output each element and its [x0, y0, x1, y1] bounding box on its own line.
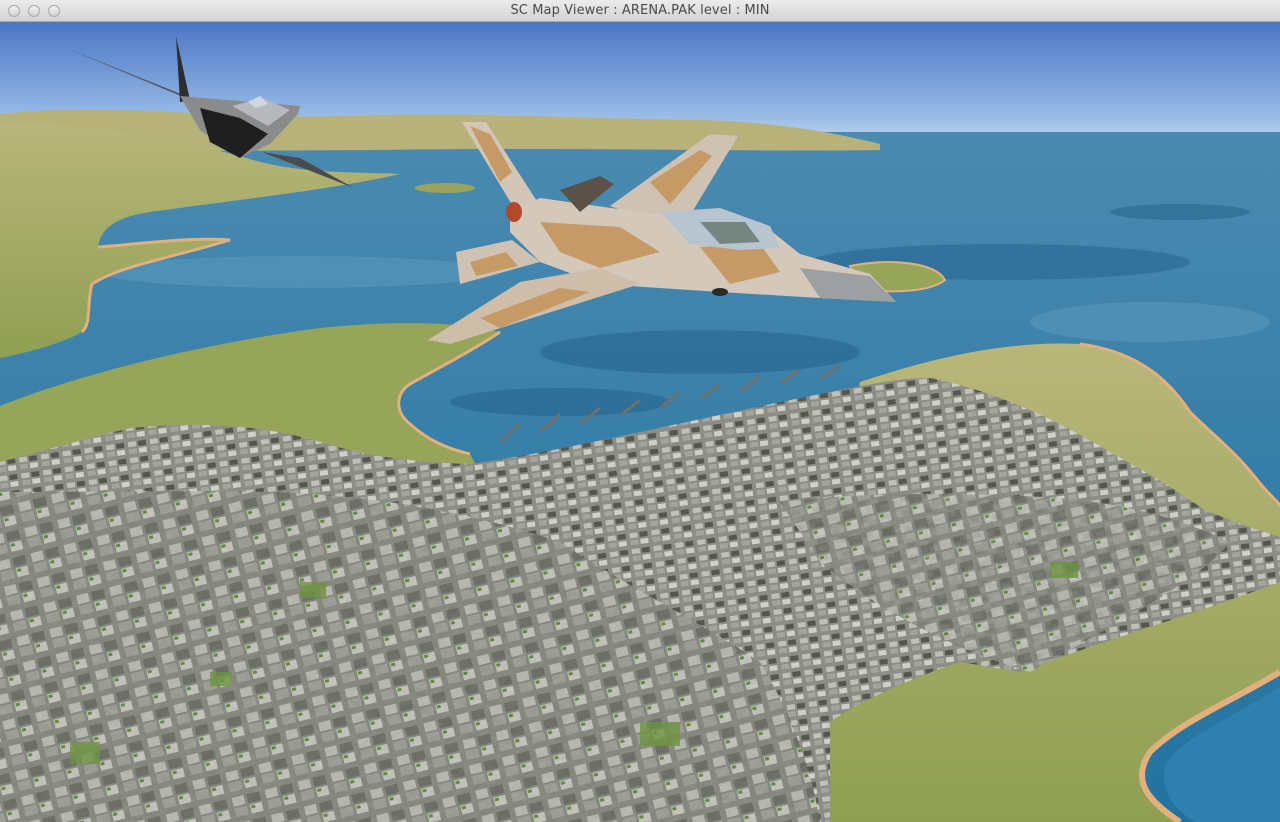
map-viewport[interactable] — [0, 22, 1280, 822]
islet — [415, 183, 475, 193]
app-window: SC Map Viewer : ARENA.PAK level : MIN — [0, 0, 1280, 822]
title-bar[interactable]: SC Map Viewer : ARENA.PAK level : MIN — [0, 0, 1280, 22]
window-title: SC Map Viewer : ARENA.PAK level : MIN — [510, 3, 770, 18]
